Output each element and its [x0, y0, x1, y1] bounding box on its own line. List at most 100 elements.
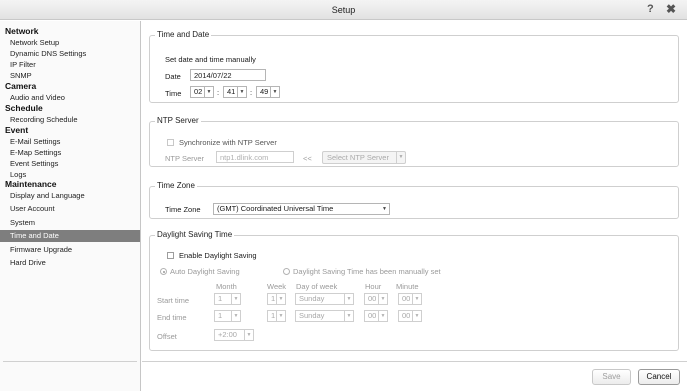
chevron-down-icon: ▼ — [244, 330, 253, 340]
time-separator: : — [250, 88, 253, 97]
window-title: Setup — [331, 5, 356, 15]
sidebar-item-system[interactable]: System — [0, 217, 140, 228]
hour-header: Hour — [365, 282, 382, 291]
end-minute-value: 00 — [402, 311, 411, 320]
sidebar-item-user-account[interactable]: User Account — [0, 203, 140, 214]
time-zone-label: Time Zone — [165, 205, 201, 214]
enable-dst-checkbox[interactable] — [167, 252, 174, 259]
date-label: Date — [165, 72, 181, 81]
sidebar-item-emap-settings[interactable]: E-Map Settings — [0, 147, 140, 158]
chevron-down-icon: ▼ — [237, 87, 246, 97]
start-minute-select[interactable]: 00 ▼ — [398, 293, 422, 305]
chevron-down-icon: ▼ — [378, 294, 387, 304]
chevron-down-icon: ▼ — [412, 294, 421, 304]
time-zone-select[interactable]: (GMT) Coordinated Universal Time ▼ — [213, 203, 390, 215]
chevron-down-icon: ▼ — [382, 206, 387, 212]
ntp-arrow-label: << — [303, 154, 312, 163]
enable-dst-label: Enable Daylight Saving — [179, 251, 257, 260]
auto-dst-radio[interactable] — [160, 268, 167, 275]
chevron-down-icon: ▼ — [396, 152, 405, 163]
start-hour-select[interactable]: 00 ▼ — [364, 293, 388, 305]
daylight-saving-legend: Daylight Saving Time — [155, 230, 235, 239]
start-time-label: Start time — [157, 296, 190, 305]
time-zone-group: Time Zone Time Zone (GMT) Coordinated Un… — [149, 181, 679, 219]
end-month-select[interactable]: 1 ▼ — [214, 310, 241, 322]
end-time-label: End time — [157, 313, 187, 322]
chevron-down-icon: ▼ — [412, 311, 421, 321]
cancel-button[interactable]: Cancel — [638, 369, 680, 385]
question-icon[interactable]: ? — [647, 3, 654, 15]
sidebar: Network Network Setup Dynamic DNS Settin… — [0, 21, 141, 391]
time-zone-value: (GMT) Coordinated Universal Time — [217, 204, 334, 213]
sidebar-item-recording-schedule[interactable]: Recording Schedule — [0, 114, 140, 125]
sidebar-item-hard-drive[interactable]: Hard Drive — [0, 257, 140, 268]
sidebar-item-audio-video[interactable]: Audio and Video — [0, 92, 140, 103]
time-label: Time — [165, 89, 182, 98]
select-ntp-server-label: Select NTP Server — [327, 153, 389, 162]
start-minute-value: 00 — [402, 294, 411, 303]
chevron-down-icon: ▼ — [276, 311, 285, 321]
manual-dst-radio[interactable] — [283, 268, 290, 275]
start-day-select[interactable]: Sunday ▼ — [295, 293, 354, 305]
second-value: 49 — [260, 87, 269, 96]
ntp-server-label: NTP Server — [165, 154, 205, 163]
select-ntp-server-dropdown[interactable]: Select NTP Server ▼ — [322, 151, 406, 164]
week-header: Week — [267, 282, 287, 291]
time-zone-legend: Time Zone — [155, 181, 197, 190]
end-hour-select[interactable]: 00 ▼ — [364, 310, 388, 322]
sidebar-item-network-setup[interactable]: Network Setup — [0, 37, 140, 48]
time-separator: : — [217, 88, 220, 97]
sync-ntp-checkbox[interactable] — [167, 139, 174, 146]
end-hour-value: 00 — [368, 311, 377, 320]
sidebar-section-maintenance: Maintenance — [5, 179, 57, 189]
start-week-value: 1 — [271, 294, 276, 303]
end-day-value: Sunday — [299, 311, 325, 320]
footer-bar: Save Cancel — [142, 361, 687, 391]
chevron-down-icon: ▼ — [378, 311, 387, 321]
minute-select[interactable]: 41 ▼ — [223, 86, 247, 98]
time-and-date-group: Time and Date Set date and time manually… — [149, 30, 679, 103]
sidebar-item-time-and-date[interactable]: Time and Date — [0, 230, 140, 242]
sidebar-item-snmp[interactable]: SNMP — [0, 70, 140, 81]
sidebar-section-camera: Camera — [5, 81, 37, 91]
hour-value: 02 — [194, 87, 203, 96]
minute-header: Minute — [396, 282, 419, 291]
offset-value: +2:00 — [218, 330, 237, 339]
sidebar-section-network: Network — [5, 26, 39, 36]
sidebar-item-dynamic-dns[interactable]: Dynamic DNS Settings — [0, 48, 140, 59]
sidebar-item-email-settings[interactable]: E-Mail Settings — [0, 136, 140, 147]
ntp-server-group: NTP Server Synchronize with NTP Server N… — [149, 116, 679, 167]
sync-ntp-label: Synchronize with NTP Server — [179, 138, 277, 147]
sidebar-section-schedule: Schedule — [5, 103, 43, 113]
ntp-server-input[interactable]: ntp1.dlink.com — [216, 151, 294, 163]
end-minute-select[interactable]: 00 ▼ — [398, 310, 422, 322]
start-month-select[interactable]: 1 ▼ — [214, 293, 241, 305]
end-week-select[interactable]: 1 ▼ — [267, 310, 286, 322]
sidebar-divider — [3, 361, 137, 362]
minute-value: 41 — [227, 87, 236, 96]
end-month-value: 1 — [218, 311, 223, 320]
sidebar-item-display-language[interactable]: Display and Language — [0, 190, 140, 201]
end-week-value: 1 — [271, 311, 276, 320]
chevron-down-icon: ▼ — [231, 311, 240, 321]
sidebar-item-event-settings[interactable]: Event Settings — [0, 158, 140, 169]
sidebar-item-ip-filter[interactable]: IP Filter — [0, 59, 140, 70]
close-icon[interactable]: ✖ — [666, 2, 676, 16]
start-hour-value: 00 — [368, 294, 377, 303]
sidebar-item-firmware-upgrade[interactable]: Firmware Upgrade — [0, 244, 140, 255]
offset-label: Offset — [157, 332, 177, 341]
save-button[interactable]: Save — [592, 369, 631, 385]
second-select[interactable]: 49 ▼ — [256, 86, 280, 98]
day-of-week-header: Day of week — [296, 282, 338, 291]
manual-dst-label: Daylight Saving Time has been manually s… — [293, 267, 441, 276]
time-and-date-legend: Time and Date — [155, 30, 212, 39]
end-day-select[interactable]: Sunday ▼ — [295, 310, 354, 322]
ntp-server-legend: NTP Server — [155, 116, 201, 125]
date-field[interactable]: 2014/07/22 — [190, 69, 266, 81]
chevron-down-icon: ▼ — [270, 87, 279, 97]
chevron-down-icon: ▼ — [231, 294, 240, 304]
hour-select[interactable]: 02 ▼ — [190, 86, 214, 98]
chevron-down-icon: ▼ — [276, 294, 285, 304]
start-week-select[interactable]: 1 ▼ — [267, 293, 286, 305]
offset-select[interactable]: +2:00 ▼ — [214, 329, 254, 341]
